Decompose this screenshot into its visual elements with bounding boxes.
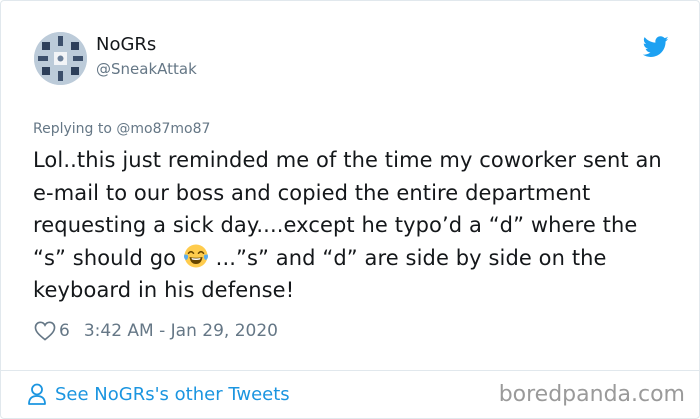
footer-divider <box>1 370 699 371</box>
twitter-bird-icon[interactable] <box>643 36 669 58</box>
author-handle[interactable]: @SneakAttak <box>96 60 197 78</box>
like-count[interactable]: 6 <box>59 321 70 341</box>
tweet-card: NoGRs @SneakAttak Replying to @mo87mo87 … <box>0 0 700 419</box>
see-other-tweets-label[interactable]: See NoGRs's other Tweets <box>55 384 290 405</box>
author-display-name[interactable]: NoGRs <box>96 34 156 56</box>
tweet-meta: 6 3:42 AM - Jan 29, 2020 <box>34 319 278 343</box>
replying-to: Replying to @mo87mo87 <box>33 120 210 138</box>
avatar[interactable] <box>34 32 87 85</box>
see-other-tweets-link[interactable]: See NoGRs's other Tweets <box>27 383 290 405</box>
face-with-tears-of-joy-icon <box>183 244 208 267</box>
reply-mention-link[interactable]: @mo87mo87 <box>116 121 210 137</box>
person-icon <box>28 383 46 405</box>
tweet-text: Lol..this just reminded me of the time m… <box>33 144 673 307</box>
heart-icon[interactable] <box>34 321 56 341</box>
boredpanda-watermark: boredpanda.com <box>498 382 685 407</box>
timestamp-link[interactable]: 3:42 AM - Jan 29, 2020 <box>84 321 278 341</box>
replying-to-label: Replying to <box>33 121 117 137</box>
